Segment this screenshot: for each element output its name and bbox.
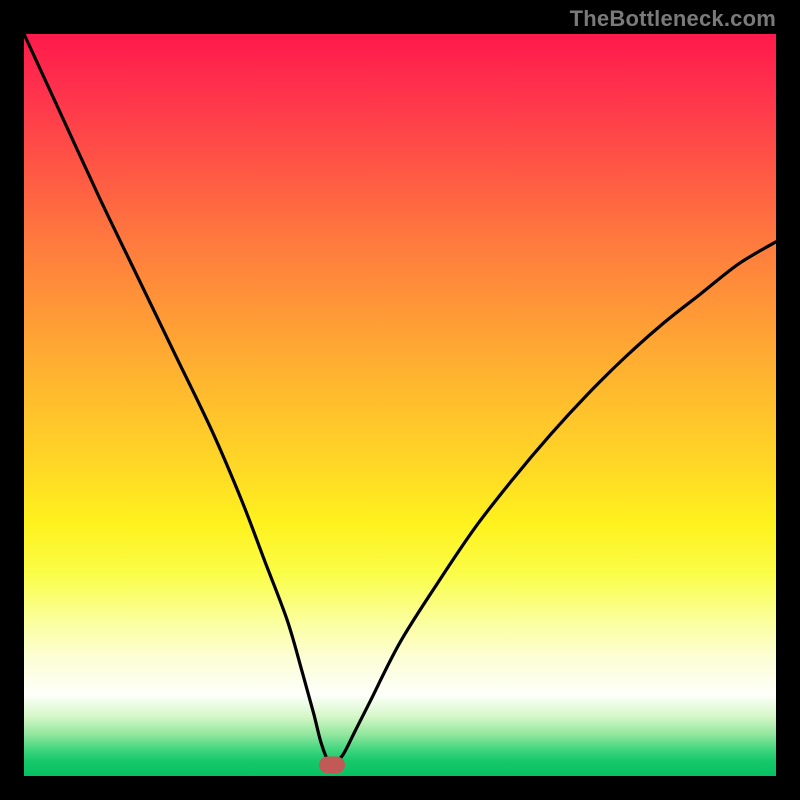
bottleneck-curve bbox=[24, 34, 776, 776]
optimal-marker bbox=[319, 756, 345, 773]
plot-area bbox=[24, 34, 776, 776]
watermark-text: TheBottleneck.com bbox=[570, 6, 776, 32]
outer-frame: TheBottleneck.com bbox=[0, 0, 800, 800]
